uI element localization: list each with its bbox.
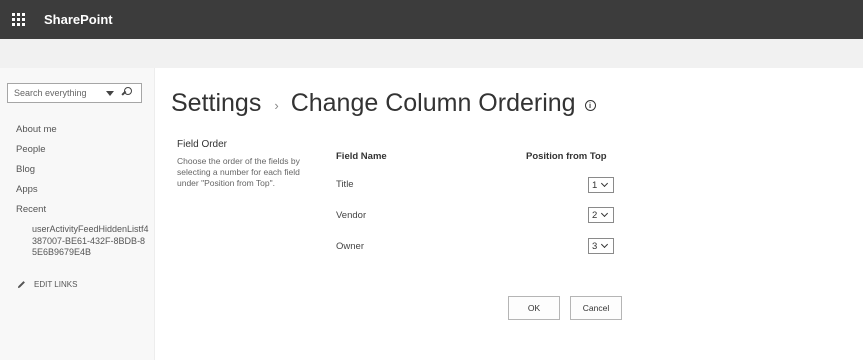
field-name-vendor: Vendor bbox=[336, 210, 367, 221]
position-select-vendor[interactable]: 2 bbox=[588, 207, 614, 223]
field-name-owner: Owner bbox=[336, 241, 364, 252]
nav-item-people[interactable]: People bbox=[16, 144, 57, 164]
position-select-title[interactable]: 1 bbox=[588, 177, 614, 193]
app-launcher-button[interactable] bbox=[0, 0, 36, 39]
section-title: Field Order bbox=[177, 139, 228, 150]
ribbon-bar bbox=[0, 39, 863, 68]
nav-item-apps[interactable]: Apps bbox=[16, 184, 57, 204]
column-header-position: Position from Top bbox=[526, 151, 607, 162]
nav-item-blog[interactable]: Blog bbox=[16, 164, 57, 184]
search-box bbox=[7, 83, 142, 103]
waffle-icon bbox=[11, 13, 25, 26]
section-description: Choose the order of the fields by select… bbox=[177, 156, 300, 188]
info-icon[interactable]: i bbox=[584, 100, 596, 111]
column-header-field-name: Field Name bbox=[336, 151, 387, 162]
pencil-icon bbox=[17, 281, 25, 289]
search-scope-dropdown-icon[interactable] bbox=[106, 90, 114, 96]
recent-list-link[interactable]: userActivityFeedHiddenListf4387007-BE61-… bbox=[32, 224, 150, 259]
edit-links-label: EDIT LINKS bbox=[34, 280, 78, 289]
position-value: 2 bbox=[592, 209, 598, 221]
nav-item-about-me[interactable]: About me bbox=[16, 124, 57, 144]
position-value: 1 bbox=[592, 179, 598, 191]
page-title: Settings › Change Column Ordering i bbox=[171, 89, 596, 118]
suite-bar: SharePoint bbox=[0, 0, 863, 39]
chevron-down-icon bbox=[601, 179, 609, 188]
title-page-name: Change Column Ordering bbox=[290, 89, 576, 117]
title-root-link[interactable]: Settings bbox=[171, 89, 261, 118]
chevron-down-icon bbox=[601, 209, 609, 218]
ok-button[interactable]: OK bbox=[508, 296, 560, 320]
position-value: 3 bbox=[592, 240, 598, 252]
nav-item-recent[interactable]: Recent bbox=[16, 204, 57, 224]
field-name-title: Title bbox=[336, 179, 354, 190]
search-icon[interactable] bbox=[121, 87, 133, 99]
app-name-link[interactable]: SharePoint bbox=[44, 12, 113, 27]
chevron-down-icon bbox=[601, 240, 609, 249]
left-navigation: About me People Blog Apps Recent userAct… bbox=[0, 68, 155, 360]
breadcrumb-separator-icon: › bbox=[274, 97, 279, 113]
cancel-button[interactable]: Cancel bbox=[570, 296, 622, 320]
position-select-owner[interactable]: 3 bbox=[588, 238, 614, 254]
edit-links-button[interactable]: EDIT LINKS bbox=[17, 280, 77, 289]
quick-launch: About me People Blog Apps Recent bbox=[16, 124, 57, 224]
search-input[interactable] bbox=[8, 84, 104, 102]
